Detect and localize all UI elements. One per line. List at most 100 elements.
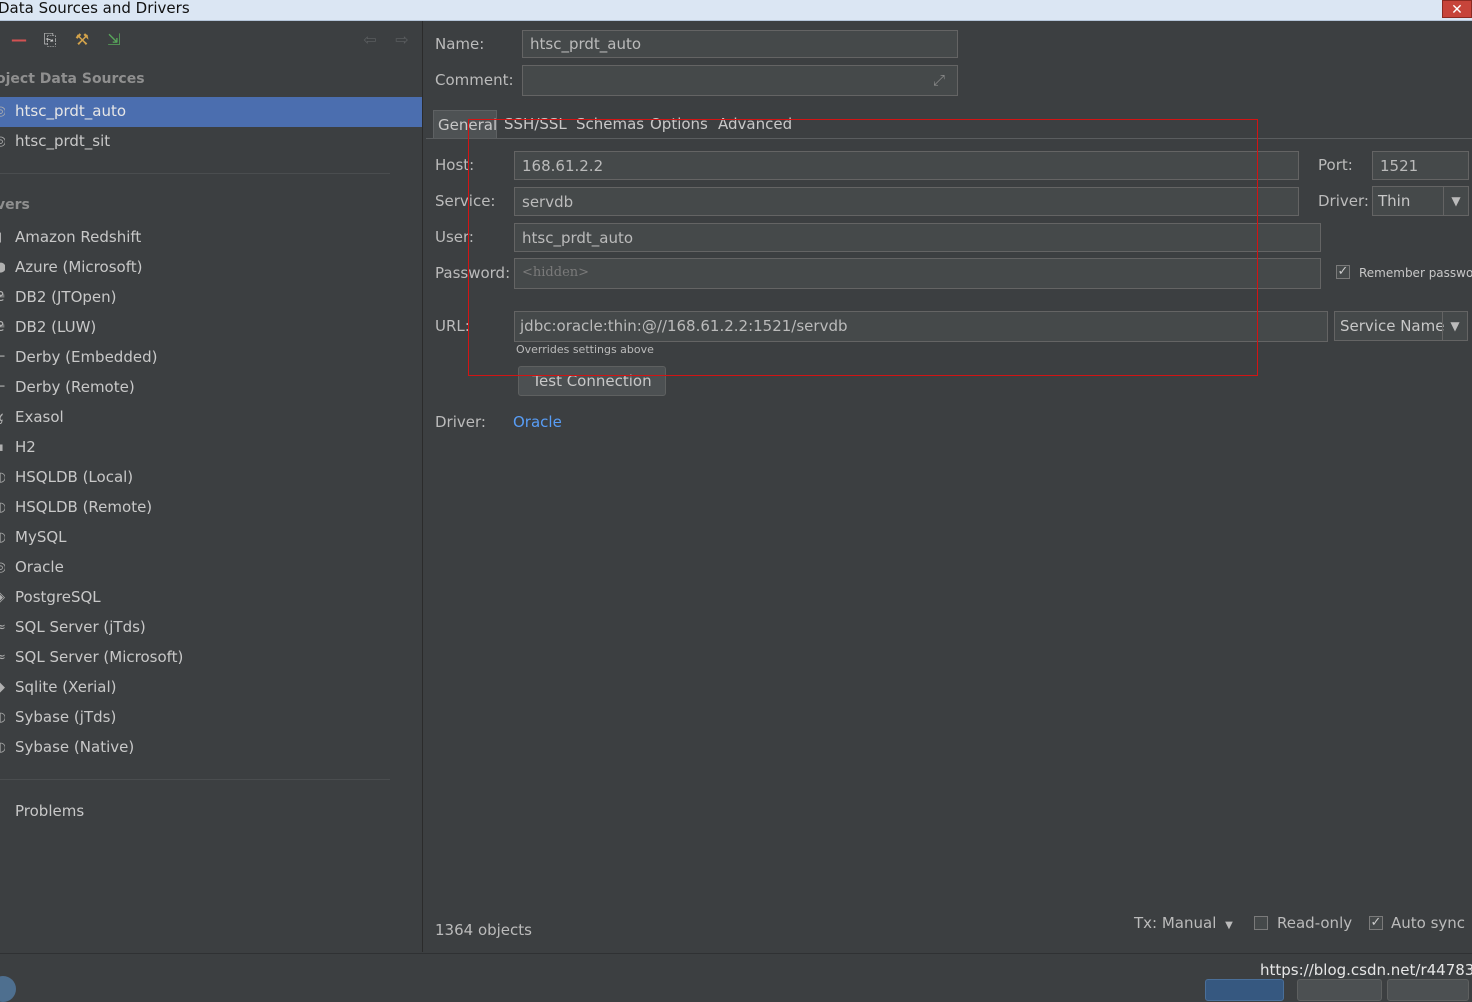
password-field[interactable]: <hidden> xyxy=(514,258,1321,289)
driver-item[interactable]: ▪ H2 xyxy=(0,433,422,463)
datasource-icon: ◎ xyxy=(0,135,5,149)
driver-label: Sybase (jTds) xyxy=(15,708,117,726)
user-label: User: xyxy=(435,228,474,246)
data-source-item[interactable]: ◎ htsc_prdt_auto xyxy=(0,97,422,127)
user-field[interactable]: htsc_prdt_auto xyxy=(514,223,1321,252)
tab-ssh-ssl[interactable]: SSH/SSL xyxy=(504,110,567,138)
url-type-value: Service Name xyxy=(1340,317,1445,335)
driver-item[interactable]: ₴ DB2 (JTOpen) xyxy=(0,283,422,313)
driver-link[interactable]: Oracle xyxy=(513,413,562,431)
driver-item[interactable]: ▮ Amazon Redshift xyxy=(0,223,422,253)
comment-field[interactable] xyxy=(522,65,958,96)
driver-item[interactable]: ⌐ Derby (Embedded) xyxy=(0,343,422,373)
driver-icon: ◐ xyxy=(0,501,5,515)
remember-password-checkbox[interactable]: ✓ xyxy=(1336,265,1350,279)
close-button[interactable]: ✕ xyxy=(1442,0,1472,18)
driver-type-select[interactable]: Thin ▼ xyxy=(1372,186,1469,216)
expand-icon[interactable]: ⤢ xyxy=(933,71,945,89)
comment-label: Comment: xyxy=(435,71,514,89)
name-label: Name: xyxy=(435,35,485,53)
password-label: Password: xyxy=(435,264,511,282)
minus-icon[interactable]: — xyxy=(10,31,28,49)
driver-item[interactable]: ◐ MySQL xyxy=(0,523,422,553)
chevron-down-icon: ▼ xyxy=(1443,187,1468,215)
driver-label: Derby (Embedded) xyxy=(15,348,158,366)
driver-item[interactable]: ⌐ Derby (Remote) xyxy=(0,373,422,403)
read-only-label: Read-only xyxy=(1277,914,1353,932)
driver-item[interactable]: ● Azure (Microsoft) xyxy=(0,253,422,283)
title-bar: Data Sources and Drivers ✕ xyxy=(0,0,1472,21)
read-only-checkbox[interactable] xyxy=(1254,916,1268,930)
driver-item[interactable]: ϗ Exasol xyxy=(0,403,422,433)
divider xyxy=(0,779,390,780)
driver-label: H2 xyxy=(15,438,36,456)
tx-mode-value: Tx: Manual xyxy=(1134,914,1217,932)
driver-item[interactable]: ₴ DB2 (LUW) xyxy=(0,313,422,343)
data-sources-sidebar: — ⎘ ⚒ ⇲ ⇦ ⇨ oject Data Sources ◎ htsc_prd… xyxy=(0,21,423,952)
driver-icon: ◐ xyxy=(0,531,5,545)
driver-icon: ₴ xyxy=(0,291,5,305)
driver-label: Sybase (Native) xyxy=(15,738,135,756)
driver-label: Amazon Redshift xyxy=(15,228,142,246)
auto-sync-checkbox[interactable]: ✓ xyxy=(1369,916,1383,930)
driver-icon: ▪ xyxy=(0,441,5,455)
driver-item[interactable]: ◆ Sqlite (Xerial) xyxy=(0,673,422,703)
host-field[interactable]: 168.61.2.2 xyxy=(514,151,1299,180)
driver-label: Oracle xyxy=(15,558,64,576)
data-source-label: htsc_prdt_auto xyxy=(15,102,127,120)
cancel-button[interactable] xyxy=(1297,979,1382,1001)
driver-icon: ◎ xyxy=(0,561,5,575)
data-source-label: htsc_prdt_sit xyxy=(15,132,111,150)
url-type-select[interactable]: Service Name ▼ xyxy=(1334,311,1468,341)
test-connection-button[interactable]: Test Connection xyxy=(518,366,666,396)
service-label: Service: xyxy=(435,192,496,210)
driver-item[interactable]: ◎ Oracle xyxy=(0,553,422,583)
url-field[interactable]: jdbc:oracle:thin:@//168.61.2.2:1521/serv… xyxy=(514,311,1328,342)
service-field[interactable]: servdb xyxy=(514,187,1299,216)
tab-underline xyxy=(426,138,1472,139)
datasource-icon: ◎ xyxy=(0,105,5,119)
driver-item[interactable]: ≈ SQL Server (jTds) xyxy=(0,613,422,643)
forward-arrow-icon[interactable]: ⇨ xyxy=(393,31,411,49)
window-title: Data Sources and Drivers xyxy=(0,0,190,17)
driver-icon: ◆ xyxy=(0,681,5,695)
driver-label: SQL Server (jTds) xyxy=(15,618,146,636)
copy-icon[interactable]: ⎘ xyxy=(41,31,59,49)
driver-label: Derby (Remote) xyxy=(15,378,135,396)
tab-advanced[interactable]: Advanced xyxy=(718,110,792,138)
driver-label: HSQLDB (Remote) xyxy=(15,498,153,516)
objects-count: 1364 objects xyxy=(435,921,532,939)
data-source-item[interactable]: ◎ htsc_prdt_sit xyxy=(0,127,422,157)
driver-icon: ◐ xyxy=(0,741,5,755)
driver-icon: ⌐ xyxy=(0,381,5,395)
problems-item[interactable]: Problems xyxy=(15,802,84,820)
driver-item[interactable]: ◐ Sybase (jTds) xyxy=(0,703,422,733)
driver-icon: ◈ xyxy=(0,591,5,605)
driver-icon: ⌐ xyxy=(0,351,5,365)
port-field[interactable]: 1521 xyxy=(1372,151,1469,180)
apply-button[interactable] xyxy=(1387,979,1469,1001)
ok-button[interactable] xyxy=(1205,979,1284,1001)
remember-password-label: Remember password xyxy=(1359,266,1472,280)
tx-mode-select[interactable]: Tx: Manual ▼ xyxy=(1134,914,1233,936)
tab-schemas[interactable]: Schemas xyxy=(576,110,644,138)
tab-general[interactable]: General xyxy=(433,110,497,138)
driver-item[interactable]: ◐ HSQLDB (Local) xyxy=(0,463,422,493)
help-icon[interactable] xyxy=(0,976,16,1002)
driver-icon: ● xyxy=(0,261,5,275)
driver-item[interactable]: ◐ Sybase (Native) xyxy=(0,733,422,763)
name-field[interactable]: htsc_prdt_auto xyxy=(522,30,958,58)
host-label: Host: xyxy=(435,156,475,174)
import-icon[interactable]: ⇲ xyxy=(105,31,123,49)
driver-label: PostgreSQL xyxy=(15,588,101,606)
url-label: URL: xyxy=(435,317,470,335)
settings-icon[interactable]: ⚒ xyxy=(73,31,91,49)
driver-item[interactable]: ◐ HSQLDB (Remote) xyxy=(0,493,422,523)
back-arrow-icon[interactable]: ⇦ xyxy=(361,31,379,49)
driver-type-label: Driver: xyxy=(1318,192,1369,210)
driver-item[interactable]: ◈ PostgreSQL xyxy=(0,583,422,613)
tab-options[interactable]: Options xyxy=(650,110,708,138)
driver-item[interactable]: ≈ SQL Server (Microsoft) xyxy=(0,643,422,673)
driver-icon: ϗ xyxy=(0,411,5,425)
driver-type-value: Thin xyxy=(1378,192,1411,210)
